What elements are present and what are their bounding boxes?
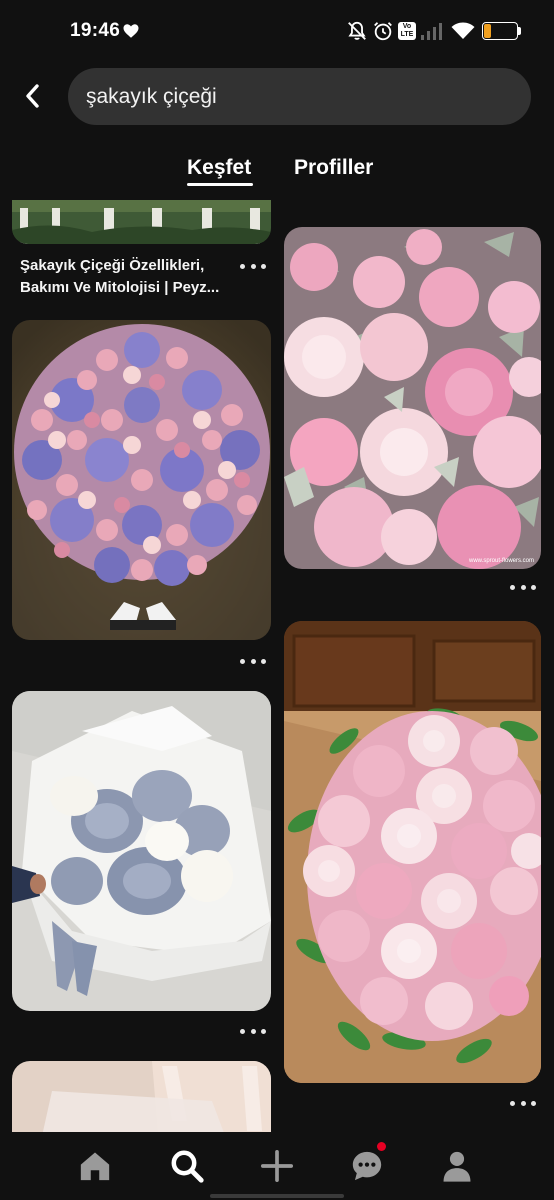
status-time: 19:46 — [70, 20, 121, 41]
status-bar: 19:46 Vo LTE 20 — [0, 0, 554, 64]
home-icon — [80, 1152, 110, 1181]
nav-search[interactable] — [164, 1144, 210, 1188]
more-horizontal-icon[interactable] — [510, 1097, 536, 1109]
pin-image-garden[interactable] — [12, 200, 271, 244]
search-query: şakayık çiçeği — [86, 85, 217, 108]
pin-image-blue-peonies[interactable] — [12, 691, 271, 1011]
wifi-icon — [451, 22, 475, 39]
pin-caption[interactable]: Şakayık Çiçeği Özellikleri, Bakımı Ve Mi… — [20, 255, 242, 299]
signal-icon — [421, 23, 442, 40]
chevron-left-icon — [26, 84, 39, 108]
profile-icon — [443, 1151, 471, 1182]
tab-kesfet[interactable]: Keşfet — [187, 156, 251, 180]
mute-icon — [348, 21, 366, 40]
home-indicator — [210, 1194, 344, 1198]
plus-icon — [260, 1149, 294, 1183]
watermark-text: www.sprout-flowers.com — [468, 558, 534, 564]
volte-icon: Vo LTE — [398, 22, 416, 40]
battery-percent: 20 — [493, 23, 507, 37]
search-icon — [171, 1150, 204, 1183]
pin-image-peony-hydrangea[interactable] — [12, 320, 271, 640]
pin-image-pink-peonies[interactable]: www.sprout-flowers.com — [284, 227, 541, 569]
notification-dot — [377, 1142, 386, 1151]
more-horizontal-icon[interactable] — [240, 1025, 266, 1037]
more-horizontal-icon[interactable] — [240, 655, 266, 667]
more-horizontal-icon[interactable] — [240, 260, 266, 272]
nav-create[interactable] — [254, 1144, 300, 1188]
more-horizontal-icon[interactable] — [510, 581, 536, 593]
pin-image-peony-bouquet[interactable] — [284, 621, 541, 1083]
results-feed[interactable]: Şakayık Çiçeği Özellikleri, Bakımı Ve Mi… — [0, 200, 554, 1132]
nav-home[interactable] — [72, 1144, 118, 1188]
alarm-icon — [374, 22, 392, 41]
active-tab-indicator — [187, 183, 253, 186]
search-input[interactable]: şakayık çiçeği — [68, 68, 531, 125]
battery-icon: 20 — [482, 22, 518, 40]
messages-icon — [352, 1151, 382, 1181]
bottom-navigation — [0, 1132, 554, 1200]
heart-icon — [123, 24, 139, 38]
pin-title-line-2: Bakımı Ve Mitolojisi | Peyz... — [20, 279, 220, 296]
tab-profiller[interactable]: Profiller — [294, 156, 373, 180]
back-button[interactable] — [14, 76, 52, 116]
nav-profile[interactable] — [434, 1144, 480, 1188]
battery-tip — [518, 27, 521, 35]
pin-image-partial[interactable] — [12, 1061, 271, 1132]
pin-title-line-1: Şakayık Çiçeği Özellikleri, — [20, 257, 205, 274]
